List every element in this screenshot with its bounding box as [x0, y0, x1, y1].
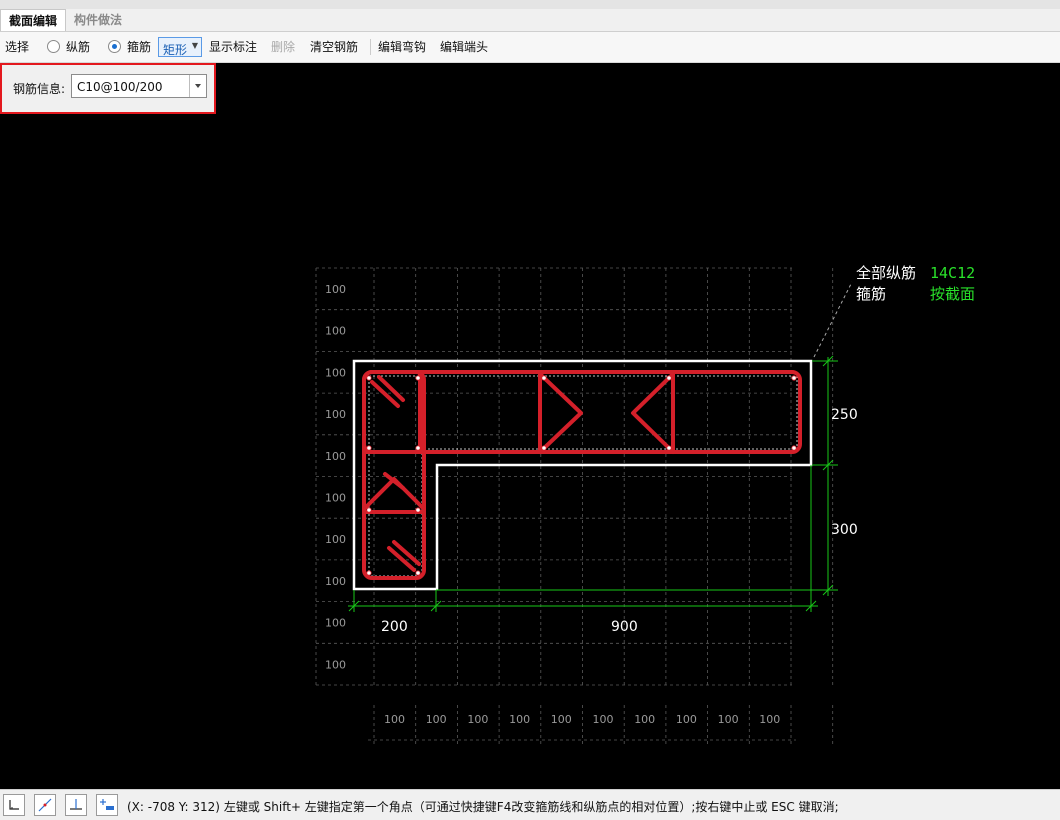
chevron-down-icon: ▼	[191, 41, 198, 50]
show-dims-button[interactable]: 显示标注	[209, 40, 257, 54]
longitudinal-bars	[366, 375, 797, 576]
status-bar: (X: -708 Y: 312) 左键或 Shift+ 左键指定第一个角点（可通…	[0, 789, 1060, 820]
grid-label: 100	[325, 575, 346, 588]
rebar-point	[415, 570, 421, 576]
stirrups[interactable]	[362, 370, 802, 580]
rebar-point	[415, 445, 421, 451]
grid-label: 100	[325, 366, 346, 379]
rebar-point	[366, 570, 372, 576]
all-longitudinal-value[interactable]: 14C12	[930, 264, 975, 282]
rebar-point	[366, 507, 372, 513]
tie-hook[interactable]	[631, 372, 675, 454]
rebar-point	[366, 375, 372, 381]
tab-bar: 截面编辑 构件做法	[0, 0, 1060, 32]
grid-label: 100	[718, 713, 739, 726]
delete-button[interactable]: 删除	[271, 40, 295, 54]
rebar-point	[791, 445, 797, 451]
add-point-icon[interactable]	[96, 794, 118, 816]
hook-mark[interactable]	[387, 546, 416, 572]
grid-label: 100	[593, 713, 614, 726]
hook-mark[interactable]	[392, 540, 421, 566]
stirrup-annotation-value[interactable]: 按截面	[930, 285, 975, 303]
grid-label: 100	[325, 325, 346, 338]
dim-label-250: 250	[831, 407, 858, 423]
status-message: (X: -708 Y: 312) 左键或 Shift+ 左键指定第一个角点（可通…	[127, 798, 839, 815]
dim-label-300: 300	[831, 522, 858, 538]
grid-label: 100	[325, 283, 346, 296]
edit-hook-button[interactable]: 编辑弯钩	[378, 40, 426, 54]
grid	[315, 267, 834, 745]
chevron-down-icon[interactable]	[189, 75, 206, 97]
grid-label: 100	[325, 492, 346, 505]
grid-label: 100	[426, 713, 447, 726]
grid-label: 100	[325, 658, 346, 671]
diagonal-line-icon[interactable]	[34, 794, 56, 816]
all-longitudinal-label: 全部纵筋	[856, 264, 916, 282]
rebar-info-label: 钢筋信息:	[13, 82, 66, 96]
tie-hook[interactable]	[538, 372, 583, 454]
title-strip	[0, 0, 1060, 9]
edit-end-button[interactable]: 编辑端头	[440, 40, 488, 54]
drawing-canvas[interactable]: 100 100 100 100 100 100 100 100 100 100 100 100 100 1…	[0, 115, 1060, 789]
rebar-cover-line	[368, 375, 798, 577]
rebar-point	[415, 507, 421, 513]
rebar-info-panel: 钢筋信息: C10@100/200	[0, 63, 216, 114]
rebar-point	[666, 375, 672, 381]
rebar-point	[541, 445, 547, 451]
stirrup-radio[interactable]	[108, 40, 121, 53]
tab-section-edit[interactable]: 截面编辑	[0, 9, 67, 31]
tab-component-method[interactable]: 构件做法	[66, 9, 130, 31]
toolbar-divider	[370, 39, 371, 55]
grid-labels: 100 100 100 100 100 100 100 100 100 100 100 100 100 1…	[325, 283, 780, 726]
grid-label: 100	[325, 533, 346, 546]
perpendicular-icon[interactable]	[65, 794, 87, 816]
status-prompt: 左键或 Shift+ 左键指定第一个角点（可通过快捷键F4改变箍筋线和纵筋点的相…	[223, 800, 839, 814]
rebar-point	[415, 375, 421, 381]
cursor-coordinates: (X: -708 Y: 312)	[127, 800, 220, 814]
longitudinal-radio[interactable]	[47, 40, 60, 53]
grid-label: 100	[325, 450, 346, 463]
rebar-point	[666, 445, 672, 451]
grid-label: 100	[676, 713, 697, 726]
hook-mark[interactable]	[377, 375, 405, 402]
rebar-point	[791, 375, 797, 381]
grid-label: 100	[384, 713, 405, 726]
dim-label-200: 200	[381, 619, 408, 635]
stirrup-annotation-label: 箍筋	[856, 285, 886, 303]
select-button[interactable]: 选择	[5, 40, 29, 54]
rebar-point	[541, 375, 547, 381]
rebar-point	[366, 445, 372, 451]
grid-label: 100	[325, 408, 346, 421]
toolbar: 选择 纵筋 箍筋 矩形 ▼ 显示标注 删除 清空钢筋 编辑弯钩 编辑端头	[0, 32, 1060, 63]
grid-label: 100	[551, 713, 572, 726]
clear-rebar-button[interactable]: 清空钢筋	[310, 40, 358, 54]
stirrup-label[interactable]: 箍筋	[127, 40, 151, 54]
rebar-info-value[interactable]: C10@100/200	[77, 80, 163, 94]
shape-dropdown-label: 矩形	[163, 43, 188, 57]
dim-label-900: 900	[611, 619, 638, 635]
grid-label: 100	[467, 713, 488, 726]
grid-label: 100	[325, 617, 346, 630]
corner-snap-icon[interactable]	[3, 794, 25, 816]
rebar-info-combo[interactable]: C10@100/200	[71, 74, 207, 98]
shape-dropdown[interactable]: 矩形 ▼	[158, 37, 202, 57]
longitudinal-label[interactable]: 纵筋	[66, 40, 90, 54]
grid-label: 100	[509, 713, 530, 726]
grid-label: 100	[634, 713, 655, 726]
grid-label: 100	[759, 713, 780, 726]
